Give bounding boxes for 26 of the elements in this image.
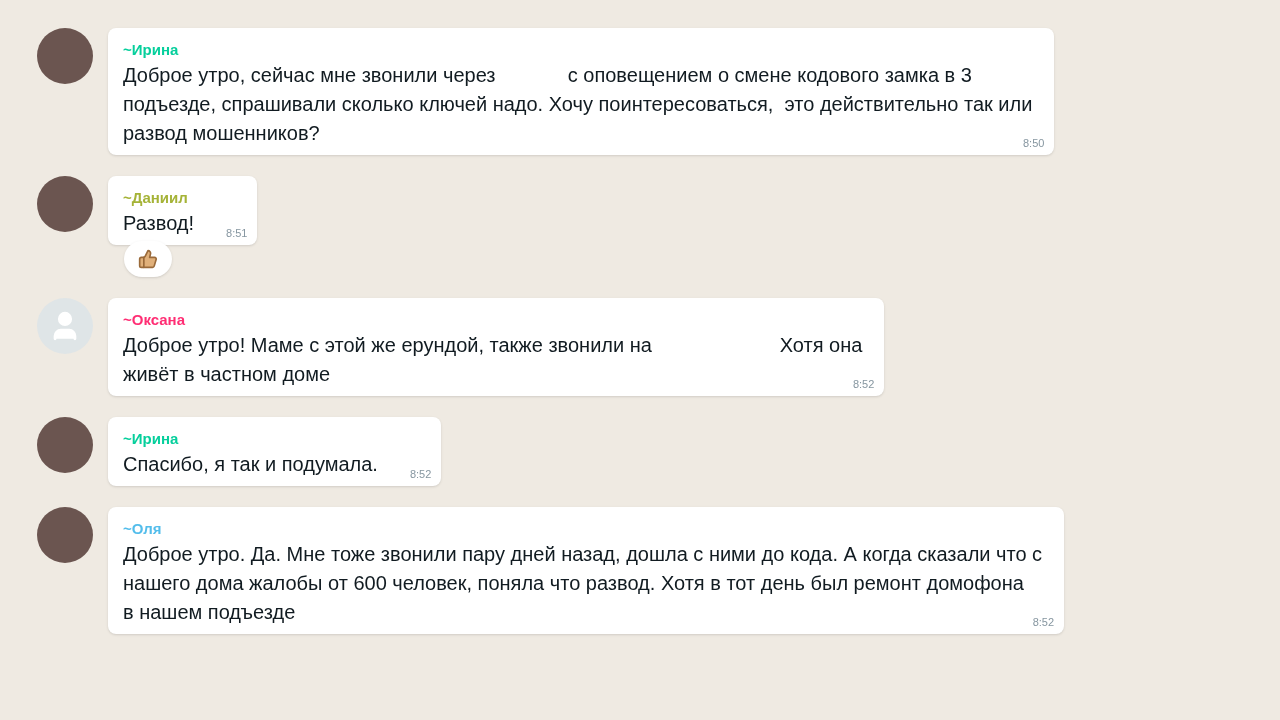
message-text: нашего дома жалобы от 600 человек, поняла что развод. Хотя в тот день был ремонт домофона: [123, 571, 1025, 596]
message-text: живёт в частном доме: [123, 362, 332, 387]
author-name: ~Даниил: [123, 188, 188, 208]
message-time: 8:51: [226, 225, 248, 241]
message-time: 8:52: [852, 376, 875, 392]
avatar-photo-placeholder[interactable]: [37, 28, 93, 84]
author-name: ~Оля: [123, 519, 162, 539]
message-text: Доброе утро, сейчас мне звонили через с оповещением о смене кодового замка в 3: [123, 63, 973, 88]
message-text: развод мошенников?: [123, 121, 321, 146]
author-name: ~Оксана: [123, 310, 185, 330]
avatar-photo-placeholder[interactable]: [37, 507, 93, 563]
message-time: 8:52: [409, 466, 432, 482]
message-text: подъезде, спрашивали сколько ключей надо. Хочу поинтересоваться, это действительно так или: [123, 92, 1034, 117]
message-text: в нашем подъезде: [123, 600, 297, 625]
message-time: 8:50: [1022, 135, 1045, 151]
avatar-photo-placeholder[interactable]: [37, 176, 93, 232]
message-text: Спасибо, я так и подумала.: [123, 452, 379, 477]
message-text: Развод!: [123, 211, 196, 236]
thumbs-up-icon: [138, 249, 158, 269]
reaction-badge[interactable]: [124, 241, 172, 277]
message-time: 8:52: [1032, 614, 1055, 630]
author-name: ~Ирина: [123, 429, 179, 449]
message-text: Доброе утро. Да. Мне тоже звонили пару дней назад, дошла с ними до кода. А когда сказали что с: [123, 542, 1044, 567]
author-name: ~Ирина: [123, 40, 179, 60]
avatar-photo-placeholder[interactable]: [37, 417, 93, 473]
message-text: Доброе утро! Маме с этой же ерундой, также звонили на Хотя она: [123, 333, 864, 358]
